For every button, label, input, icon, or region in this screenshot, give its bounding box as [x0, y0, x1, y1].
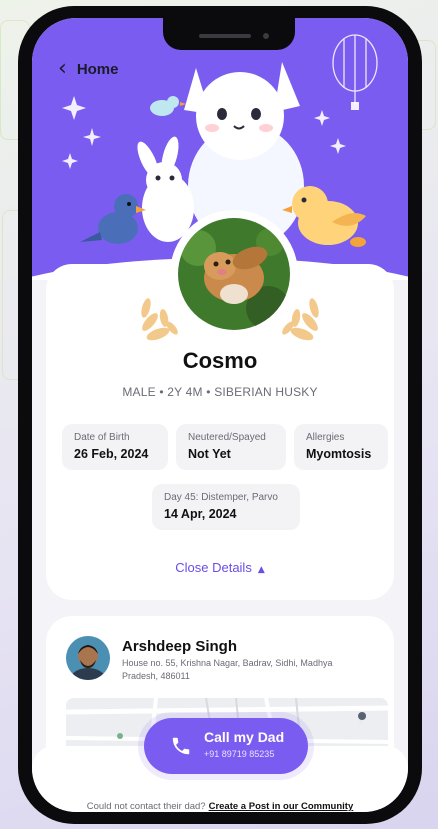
app-screen: ‹ Home Cosmo MALE • 2Y 4M • SIBERIAN HUS… — [32, 18, 408, 812]
detail-key: Neutered/Spayed — [188, 432, 266, 443]
detail-value: 26 Feb, 2024 — [74, 447, 149, 461]
call-button[interactable]: Call my Dad +91 89719 85235 — [144, 718, 308, 774]
owner-name: Arshdeep Singh — [122, 638, 238, 655]
detail-key: Date of Birth — [74, 432, 130, 443]
detail-value: Myomtosis — [306, 447, 372, 461]
detail-value: Not Yet — [188, 447, 231, 461]
pet-photo — [178, 218, 290, 330]
detail-key: Day 45: Distemper, Parvo — [164, 492, 278, 503]
close-details-button[interactable]: Close Details ▲ — [32, 560, 408, 575]
detail-vaccination: Day 45: Distemper, Parvo 14 Apr, 2024 — [152, 484, 300, 530]
detail-allergies: Allergies Myomtosis — [294, 424, 388, 470]
call-label: Call my Dad — [204, 729, 285, 745]
laurel-right-icon — [282, 298, 319, 341]
detail-key: Allergies — [306, 432, 345, 443]
camera — [263, 33, 269, 39]
close-details-label: Close Details — [175, 560, 252, 575]
laurel-left-icon — [141, 298, 178, 341]
chevron-left-icon: ‹ — [58, 56, 67, 81]
create-post-link[interactable]: Create a Post in our Community — [209, 801, 354, 812]
phone-frame: ‹ Home Cosmo MALE • 2Y 4M • SIBERIAN HUS… — [18, 6, 422, 824]
pet-summary: MALE • 2Y 4M • SIBERIAN HUSKY — [122, 385, 318, 399]
speaker — [199, 34, 251, 38]
owner-avatar — [66, 636, 110, 680]
pet-name: Cosmo — [182, 348, 258, 373]
owner-address: House no. 55, Krishna Nagar, Badrav, Sid… — [122, 658, 333, 681]
call-number: +91 89719 85235 — [204, 749, 275, 759]
detail-neutered: Neutered/Spayed Not Yet — [176, 424, 286, 470]
back-button[interactable]: ‹ Home — [58, 58, 119, 80]
phone-icon — [172, 737, 190, 755]
detail-date-of-birth: Date of Birth 26 Feb, 2024 — [62, 424, 168, 470]
detail-value: 14 Apr, 2024 — [164, 507, 237, 521]
phone-notch — [163, 18, 295, 50]
caret-up-icon: ▲ — [257, 565, 265, 575]
community-prompt: Could not contact their dad? Create a Pos… — [32, 801, 408, 812]
back-label: Home — [76, 60, 119, 78]
footer-prompt: Could not contact their dad? — [86, 801, 206, 812]
